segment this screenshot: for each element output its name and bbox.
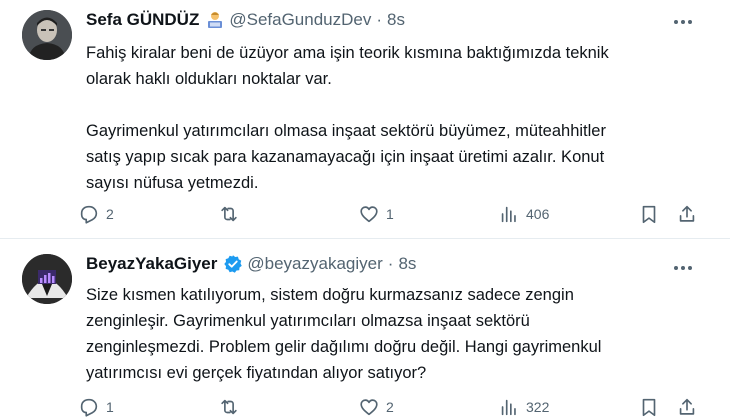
like-button[interactable]: 1: [358, 200, 394, 228]
share-icon: [679, 205, 695, 222]
reply-icon: [80, 398, 98, 417]
author-handle[interactable]: @SefaGunduzDev: [229, 10, 371, 30]
view-count: 406: [526, 206, 550, 222]
tweet-text: Size kısmen katılıyorum, sistem doğru ku…: [86, 286, 602, 382]
timestamp[interactable]: 8s: [387, 10, 405, 30]
separator-dot: ·: [387, 254, 394, 273]
like-button[interactable]: 2: [358, 393, 394, 420]
more-icon: [674, 20, 692, 24]
bookmark-button[interactable]: [638, 393, 660, 420]
tweet-header: Sefa GÜNDÜZ @SefaGunduzDev · 8s: [86, 10, 405, 30]
tweet-actions: 1 2 322: [74, 393, 714, 420]
reply-button[interactable]: 1: [78, 393, 114, 420]
bookmark-icon: [642, 205, 656, 224]
like-count: 2: [386, 399, 394, 415]
tweet-1[interactable]: Sefa GÜNDÜZ @SefaGunduzDev · 8s Fahiş ki…: [0, 0, 730, 240]
retweet-button[interactable]: [218, 393, 246, 420]
views-button[interactable]: 406: [498, 200, 549, 228]
avatar[interactable]: [22, 254, 72, 304]
views-chart-icon: [501, 206, 516, 223]
separator-dot: ·: [376, 10, 383, 29]
avatar-image: [22, 254, 72, 304]
avatar-image: [22, 10, 72, 60]
retweet-button[interactable]: [218, 200, 246, 228]
views-chart-icon: [501, 399, 516, 416]
tweet-divider: [0, 238, 730, 239]
author-handle[interactable]: @beyazyakagiyer: [247, 254, 382, 274]
more-options-button[interactable]: [668, 10, 698, 34]
tweet-2[interactable]: BeyazYakaGiyer @beyazyakagiyer · 8s Size…: [0, 240, 730, 420]
technologist-emoji-icon: [205, 10, 225, 30]
view-count: 322: [526, 399, 550, 415]
verified-badge-icon: [223, 254, 243, 274]
timestamp[interactable]: 8s: [398, 254, 416, 274]
reply-button[interactable]: 2: [78, 200, 114, 228]
more-options-button[interactable]: [668, 256, 698, 280]
more-icon: [674, 266, 692, 270]
reply-icon: [80, 205, 98, 224]
share-icon: [679, 398, 695, 415]
bookmark-icon: [642, 398, 656, 417]
author-name[interactable]: Sefa GÜNDÜZ: [86, 10, 199, 30]
bookmark-button[interactable]: [638, 200, 660, 228]
tweet-actions: 2 1 406: [74, 200, 714, 228]
heart-icon: [360, 206, 378, 223]
author-name[interactable]: BeyazYakaGiyer: [86, 254, 217, 274]
reply-count: 2: [106, 206, 114, 222]
avatar[interactable]: [22, 10, 72, 60]
heart-icon: [360, 399, 378, 416]
views-button[interactable]: 322: [498, 393, 549, 420]
tweet-header: BeyazYakaGiyer @beyazyakagiyer · 8s: [86, 254, 416, 274]
tweet-text: Fahiş kiralar beni de üzüyor ama işin te…: [86, 44, 609, 192]
retweet-icon: [221, 206, 237, 222]
share-button[interactable]: [676, 393, 698, 420]
like-count: 1: [386, 206, 394, 222]
reply-count: 1: [106, 399, 114, 415]
retweet-icon: [221, 399, 237, 415]
share-button[interactable]: [676, 200, 698, 228]
